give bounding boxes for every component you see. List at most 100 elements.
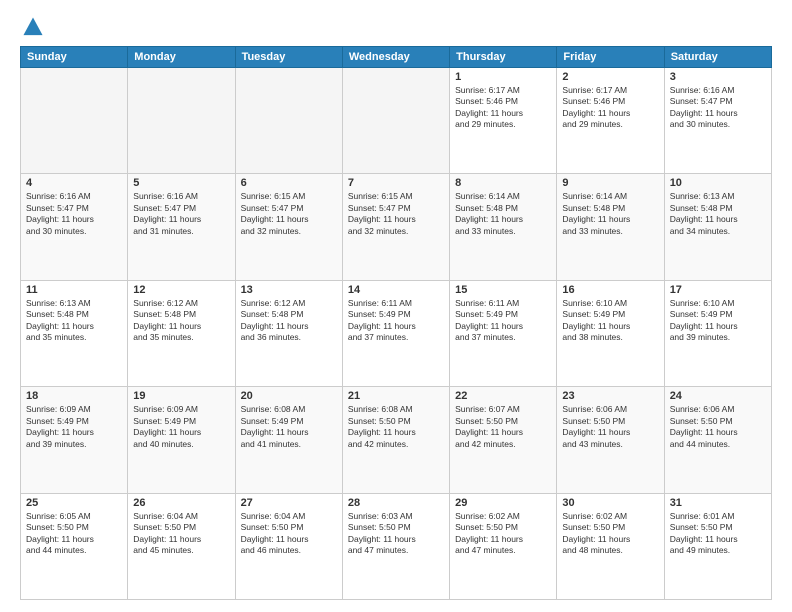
calendar-cell: 28 Sunrise: 6:03 AM Sunset: 5:50 PM Dayli… [342, 493, 449, 599]
calendar-cell: 6 Sunrise: 6:15 AM Sunset: 5:47 PM Daylig… [235, 174, 342, 280]
cell-info: Sunrise: 6:02 AM Sunset: 5:50 PM Dayligh… [562, 511, 658, 557]
cell-info: Sunrise: 6:05 AM Sunset: 5:50 PM Dayligh… [26, 511, 122, 557]
cell-info: Sunrise: 6:02 AM Sunset: 5:50 PM Dayligh… [455, 511, 551, 557]
cell-info: Sunrise: 6:17 AM Sunset: 5:46 PM Dayligh… [562, 85, 658, 131]
day-number: 28 [348, 497, 444, 509]
cell-info: Sunrise: 6:10 AM Sunset: 5:49 PM Dayligh… [670, 298, 766, 344]
calendar-cell: 1Sunrise: 6:17 AM Sunset: 5:46 PM Daylig… [450, 68, 557, 174]
cell-info: Sunrise: 6:15 AM Sunset: 5:47 PM Dayligh… [241, 191, 337, 237]
day-number: 1 [455, 71, 551, 83]
cell-info: Sunrise: 6:09 AM Sunset: 5:49 PM Dayligh… [133, 404, 229, 450]
cell-info: Sunrise: 6:06 AM Sunset: 5:50 PM Dayligh… [670, 404, 766, 450]
cell-info: Sunrise: 6:15 AM Sunset: 5:47 PM Dayligh… [348, 191, 444, 237]
cell-info: Sunrise: 6:13 AM Sunset: 5:48 PM Dayligh… [26, 298, 122, 344]
day-number: 5 [133, 177, 229, 189]
cell-info: Sunrise: 6:01 AM Sunset: 5:50 PM Dayligh… [670, 511, 766, 557]
day-number: 27 [241, 497, 337, 509]
logo-icon [22, 16, 44, 38]
header [20, 16, 772, 38]
calendar-header-monday: Monday [128, 47, 235, 68]
day-number: 21 [348, 390, 444, 402]
day-number: 4 [26, 177, 122, 189]
calendar-cell: 18 Sunrise: 6:09 AM Sunset: 5:49 PM Dayli… [21, 387, 128, 493]
calendar-header-friday: Friday [557, 47, 664, 68]
calendar-header-tuesday: Tuesday [235, 47, 342, 68]
day-number: 6 [241, 177, 337, 189]
calendar-cell: 24 Sunrise: 6:06 AM Sunset: 5:50 PM Dayli… [664, 387, 771, 493]
cell-info: Sunrise: 6:08 AM Sunset: 5:50 PM Dayligh… [348, 404, 444, 450]
cell-info: Sunrise: 6:09 AM Sunset: 5:49 PM Dayligh… [26, 404, 122, 450]
calendar-cell: 10Sunrise: 6:13 AM Sunset: 5:48 PM Dayli… [664, 174, 771, 280]
day-number: 18 [26, 390, 122, 402]
calendar-header-wednesday: Wednesday [342, 47, 449, 68]
day-number: 16 [562, 284, 658, 296]
calendar-cell: 2 Sunrise: 6:17 AM Sunset: 5:46 PM Daylig… [557, 68, 664, 174]
cell-info: Sunrise: 6:14 AM Sunset: 5:48 PM Dayligh… [455, 191, 551, 237]
cell-info: Sunrise: 6:11 AM Sunset: 5:49 PM Dayligh… [455, 298, 551, 344]
calendar-table: SundayMondayTuesdayWednesdayThursdayFrid… [20, 46, 772, 600]
calendar-cell [235, 68, 342, 174]
day-number: 15 [455, 284, 551, 296]
calendar-cell [21, 68, 128, 174]
day-number: 9 [562, 177, 658, 189]
day-number: 11 [26, 284, 122, 296]
calendar-header-sunday: Sunday [21, 47, 128, 68]
day-number: 12 [133, 284, 229, 296]
calendar-header-thursday: Thursday [450, 47, 557, 68]
cell-info: Sunrise: 6:03 AM Sunset: 5:50 PM Dayligh… [348, 511, 444, 557]
calendar-cell: 11 Sunrise: 6:13 AM Sunset: 5:48 PM Dayli… [21, 280, 128, 386]
calendar-cell: 22 Sunrise: 6:07 AM Sunset: 5:50 PM Dayli… [450, 387, 557, 493]
calendar-header-saturday: Saturday [664, 47, 771, 68]
calendar-cell: 13Sunrise: 6:12 AM Sunset: 5:48 PM Dayli… [235, 280, 342, 386]
calendar-cell: 21 Sunrise: 6:08 AM Sunset: 5:50 PM Dayli… [342, 387, 449, 493]
day-number: 13 [241, 284, 337, 296]
calendar-cell: 12 Sunrise: 6:12 AM Sunset: 5:48 PM Dayli… [128, 280, 235, 386]
day-number: 24 [670, 390, 766, 402]
cell-info: Sunrise: 6:16 AM Sunset: 5:47 PM Dayligh… [26, 191, 122, 237]
calendar-cell: 9 Sunrise: 6:14 AM Sunset: 5:48 PM Daylig… [557, 174, 664, 280]
calendar-cell: 5Sunrise: 6:16 AM Sunset: 5:47 PM Daylig… [128, 174, 235, 280]
calendar-week-3: 11 Sunrise: 6:13 AM Sunset: 5:48 PM Dayli… [21, 280, 772, 386]
day-number: 22 [455, 390, 551, 402]
day-number: 25 [26, 497, 122, 509]
calendar-cell [342, 68, 449, 174]
day-number: 29 [455, 497, 551, 509]
calendar-cell: 17 Sunrise: 6:10 AM Sunset: 5:49 PM Dayli… [664, 280, 771, 386]
page: SundayMondayTuesdayWednesdayThursdayFrid… [0, 0, 792, 612]
calendar-cell: 30 Sunrise: 6:02 AM Sunset: 5:50 PM Dayli… [557, 493, 664, 599]
calendar-cell [128, 68, 235, 174]
calendar-header-row: SundayMondayTuesdayWednesdayThursdayFrid… [21, 47, 772, 68]
cell-info: Sunrise: 6:04 AM Sunset: 5:50 PM Dayligh… [133, 511, 229, 557]
calendar-cell: 15 Sunrise: 6:11 AM Sunset: 5:49 PM Dayli… [450, 280, 557, 386]
day-number: 10 [670, 177, 766, 189]
cell-info: Sunrise: 6:12 AM Sunset: 5:48 PM Dayligh… [133, 298, 229, 344]
day-number: 20 [241, 390, 337, 402]
cell-info: Sunrise: 6:08 AM Sunset: 5:49 PM Dayligh… [241, 404, 337, 450]
day-number: 19 [133, 390, 229, 402]
cell-info: Sunrise: 6:14 AM Sunset: 5:48 PM Dayligh… [562, 191, 658, 237]
day-number: 23 [562, 390, 658, 402]
day-number: 17 [670, 284, 766, 296]
cell-info: Sunrise: 6:11 AM Sunset: 5:49 PM Dayligh… [348, 298, 444, 344]
day-number: 2 [562, 71, 658, 83]
calendar-cell: 23Sunrise: 6:06 AM Sunset: 5:50 PM Dayli… [557, 387, 664, 493]
day-number: 31 [670, 497, 766, 509]
day-number: 26 [133, 497, 229, 509]
cell-info: Sunrise: 6:04 AM Sunset: 5:50 PM Dayligh… [241, 511, 337, 557]
cell-info: Sunrise: 6:10 AM Sunset: 5:49 PM Dayligh… [562, 298, 658, 344]
calendar-cell: 29 Sunrise: 6:02 AM Sunset: 5:50 PM Dayli… [450, 493, 557, 599]
calendar-week-2: 4 Sunrise: 6:16 AM Sunset: 5:47 PM Daylig… [21, 174, 772, 280]
calendar-cell: 19 Sunrise: 6:09 AM Sunset: 5:49 PM Dayli… [128, 387, 235, 493]
cell-info: Sunrise: 6:16 AM Sunset: 5:47 PM Dayligh… [670, 85, 766, 131]
calendar-cell: 26 Sunrise: 6:04 AM Sunset: 5:50 PM Dayli… [128, 493, 235, 599]
calendar-cell: 4 Sunrise: 6:16 AM Sunset: 5:47 PM Daylig… [21, 174, 128, 280]
calendar-week-4: 18 Sunrise: 6:09 AM Sunset: 5:49 PM Dayli… [21, 387, 772, 493]
cell-info: Sunrise: 6:07 AM Sunset: 5:50 PM Dayligh… [455, 404, 551, 450]
calendar-cell: 16 Sunrise: 6:10 AM Sunset: 5:49 PM Dayli… [557, 280, 664, 386]
day-number: 30 [562, 497, 658, 509]
calendar-cell: 27 Sunrise: 6:04 AM Sunset: 5:50 PM Dayli… [235, 493, 342, 599]
calendar-cell: 7Sunrise: 6:15 AM Sunset: 5:47 PM Daylig… [342, 174, 449, 280]
calendar-cell: 20 Sunrise: 6:08 AM Sunset: 5:49 PM Dayli… [235, 387, 342, 493]
calendar-cell: 14Sunrise: 6:11 AM Sunset: 5:49 PM Dayli… [342, 280, 449, 386]
calendar-cell: 25 Sunrise: 6:05 AM Sunset: 5:50 PM Dayli… [21, 493, 128, 599]
